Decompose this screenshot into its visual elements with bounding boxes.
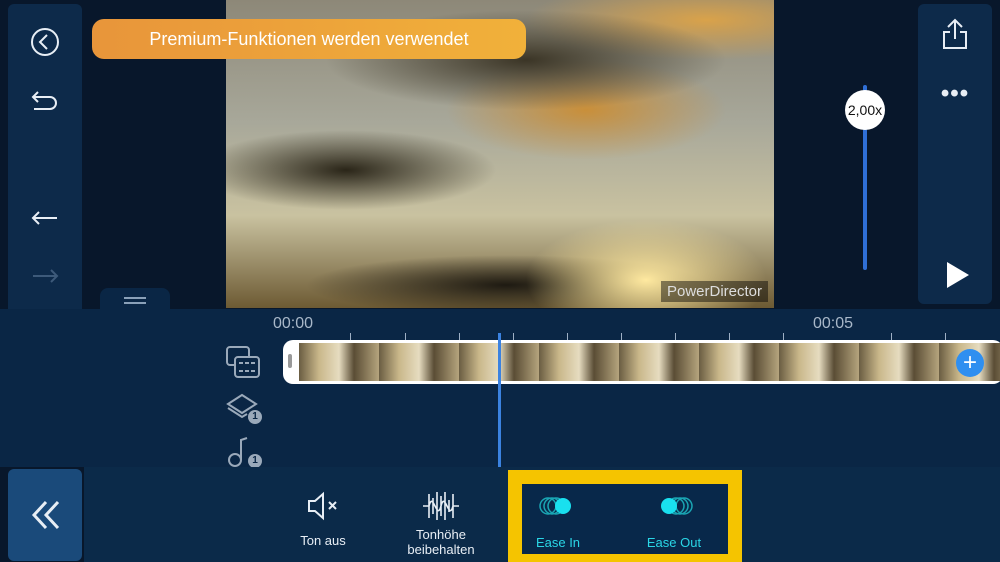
waveform-icon	[423, 492, 459, 520]
time-start: 00:00	[273, 315, 314, 332]
play-icon[interactable]	[940, 258, 974, 292]
undo-icon[interactable]	[28, 204, 62, 234]
playhead[interactable]	[498, 333, 501, 467]
ease-in-icon	[539, 497, 571, 515]
speed-slider-handle[interactable]: 2,00x	[845, 90, 885, 130]
double-chevron-left-icon	[31, 500, 60, 530]
video-clip[interactable]	[283, 340, 1000, 384]
time-mid: 00:05	[813, 315, 854, 332]
watermark: PowerDirector	[660, 281, 768, 302]
revert-icon[interactable]	[28, 86, 62, 116]
clip-trim-handle[interactable]	[288, 354, 292, 368]
clip-thumbnails	[299, 343, 1000, 381]
share-icon[interactable]	[938, 16, 972, 52]
back-icon[interactable]	[28, 25, 62, 59]
video-track-icon[interactable]	[224, 344, 262, 380]
collapse-button[interactable]	[8, 469, 82, 561]
redo-icon[interactable]	[28, 262, 62, 292]
ease-in-button[interactable]: Ease In	[522, 488, 594, 550]
audio-count-badge: 1	[248, 454, 262, 468]
overlay-track-icon[interactable]: 1	[224, 392, 262, 424]
keep-pitch-button[interactable]: Tonhöhe beibehalten	[395, 470, 487, 557]
add-clip-button[interactable]: +	[956, 349, 984, 377]
timeline-handle[interactable]	[100, 288, 170, 310]
speaker-mute-icon	[308, 491, 337, 521]
ease-out-icon	[661, 497, 693, 515]
audio-track-icon[interactable]: 1	[224, 436, 262, 468]
premium-banner[interactable]: Premium-Funktionen werden verwendet	[92, 19, 526, 59]
mute-button[interactable]: Ton aus	[288, 470, 358, 548]
overlay-count-badge: 1	[248, 410, 262, 424]
ease-out-button[interactable]: Ease Out	[638, 488, 710, 550]
more-icon[interactable]: •••	[938, 80, 972, 107]
